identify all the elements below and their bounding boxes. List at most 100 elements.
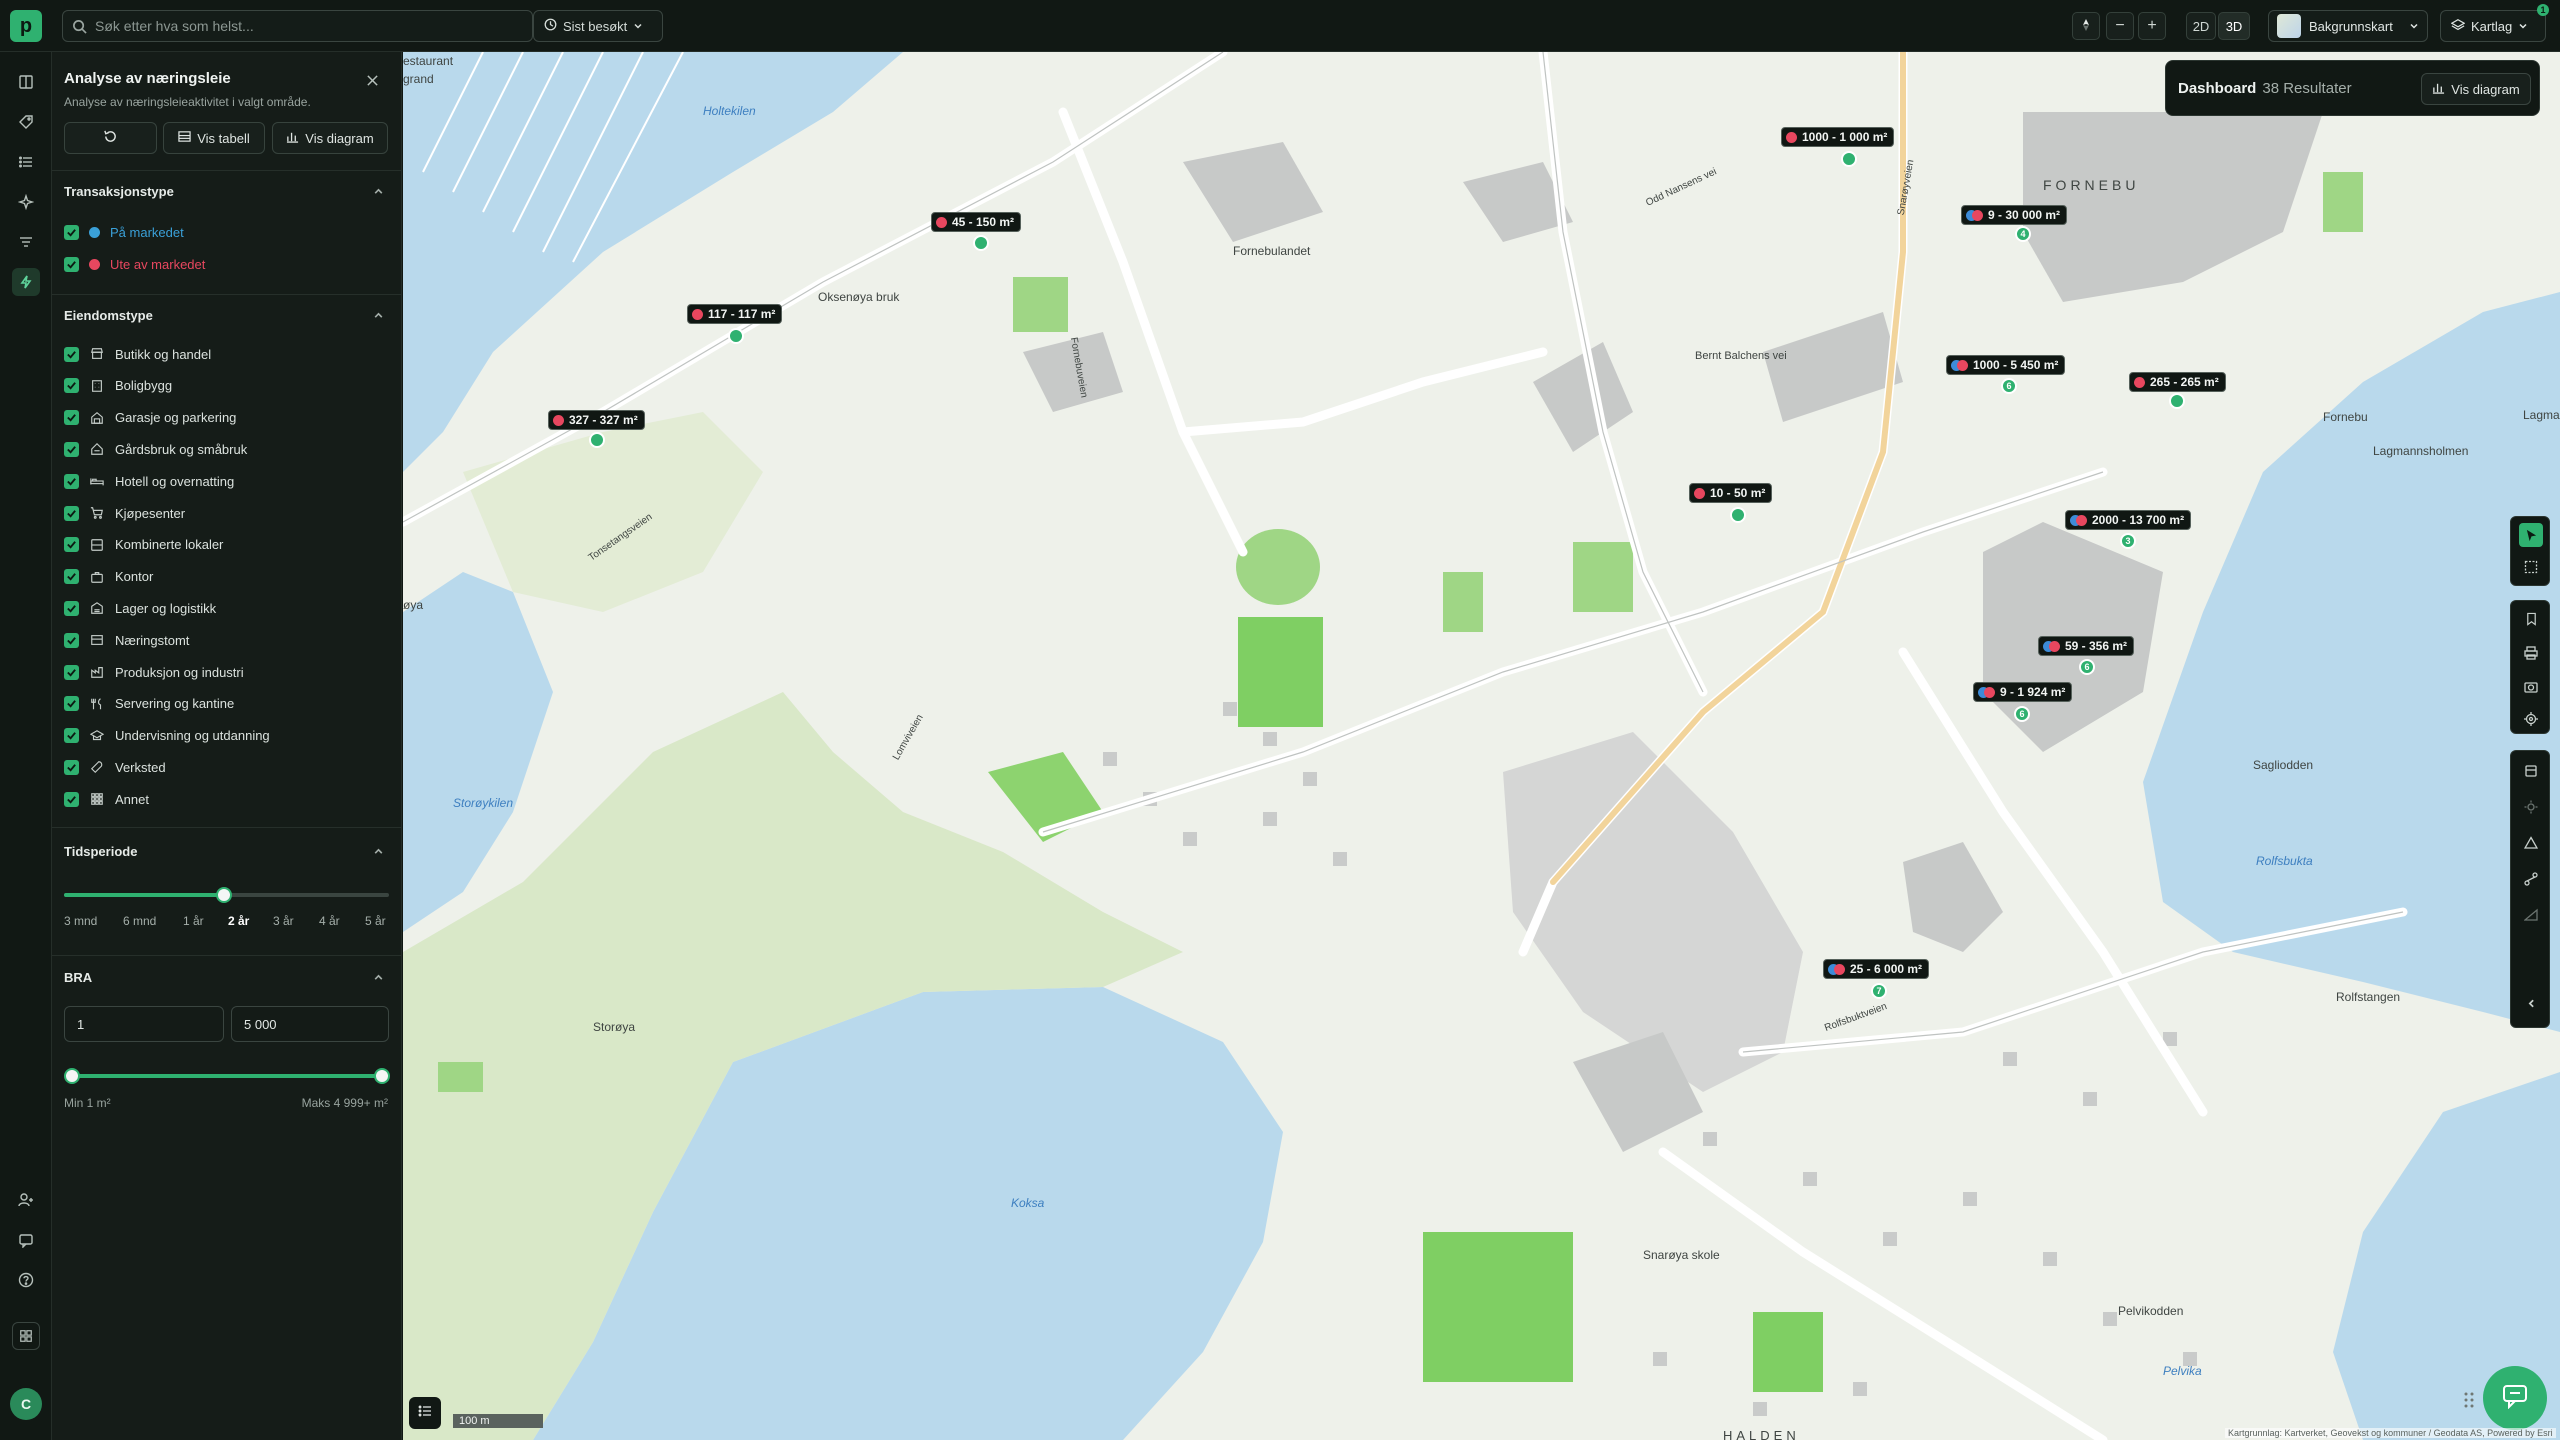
map-marker[interactable] bbox=[1841, 151, 1857, 167]
analysis-icon[interactable] bbox=[12, 268, 40, 296]
user-add-icon[interactable] bbox=[12, 1186, 40, 1214]
property-option[interactable]: Kjøpesenter bbox=[64, 503, 185, 523]
map-pin-label[interactable]: 1000 - 1 000 m² bbox=[1781, 127, 1895, 147]
map-marker[interactable] bbox=[728, 328, 744, 344]
chevron-up-icon[interactable] bbox=[370, 307, 386, 323]
map-pin-label[interactable]: 10 - 50 m² bbox=[1689, 483, 1773, 503]
drag-handle-icon[interactable] bbox=[2463, 1390, 2475, 1415]
transaction-option[interactable]: På markedet bbox=[64, 222, 184, 242]
bra-max-handle[interactable] bbox=[374, 1068, 390, 1084]
checkbox[interactable] bbox=[64, 696, 79, 712]
sparkle-icon[interactable] bbox=[12, 188, 40, 216]
checkbox[interactable] bbox=[64, 664, 79, 680]
close-icon[interactable] bbox=[360, 68, 384, 92]
period-tick[interactable]: 6 mnd bbox=[123, 914, 156, 928]
map-marker[interactable] bbox=[589, 432, 605, 448]
property-option[interactable]: Butikk og handel bbox=[64, 344, 211, 364]
rectangle-select-icon[interactable] bbox=[2519, 555, 2543, 579]
basemap-dropdown[interactable]: Bakgrunnskart bbox=[2268, 10, 2428, 42]
avatar[interactable]: C bbox=[10, 1388, 42, 1420]
measure-icon[interactable] bbox=[2519, 903, 2543, 927]
polygon-icon[interactable] bbox=[2519, 831, 2543, 855]
bra-min-input[interactable]: 1 bbox=[64, 1006, 224, 1042]
sun-icon[interactable] bbox=[2519, 795, 2543, 819]
map-pin-label[interactable]: 9 - 30 000 m² bbox=[1961, 205, 2068, 225]
show-table-button[interactable]: Vis tabell bbox=[163, 122, 265, 154]
chevron-up-icon[interactable] bbox=[370, 969, 386, 985]
help-icon[interactable] bbox=[12, 1266, 40, 1294]
checkbox[interactable] bbox=[64, 791, 79, 807]
list-icon[interactable] bbox=[12, 148, 40, 176]
map-canvas[interactable]: grand estaurant Holtekilen FORNEBU Forne… bbox=[403, 52, 2560, 1440]
legend-button[interactable] bbox=[409, 1397, 441, 1429]
search-box[interactable] bbox=[62, 10, 533, 42]
zoom-in-button[interactable]: + bbox=[2138, 12, 2166, 40]
checkbox[interactable] bbox=[64, 224, 79, 240]
map-pin-label[interactable]: 2000 - 13 700 m² bbox=[2065, 510, 2192, 530]
mode-3d-button[interactable]: 3D bbox=[2218, 12, 2250, 40]
period-tick[interactable]: 3 år bbox=[273, 914, 294, 928]
map-marker[interactable]: 4 bbox=[2015, 226, 2031, 242]
chevron-up-icon[interactable] bbox=[370, 183, 386, 199]
map-pin-label[interactable]: 117 - 117 m² bbox=[687, 304, 783, 324]
property-option[interactable]: Garasje og parkering bbox=[64, 408, 236, 428]
chevron-left-icon[interactable] bbox=[2519, 991, 2543, 1015]
map-pin-label[interactable]: 45 - 150 m² bbox=[931, 212, 1022, 232]
map-marker[interactable]: 7 bbox=[1871, 983, 1887, 999]
zoom-out-button[interactable]: − bbox=[2106, 12, 2134, 40]
map-marker[interactable] bbox=[1730, 507, 1746, 523]
checkbox[interactable] bbox=[64, 569, 79, 585]
camera-icon[interactable] bbox=[2519, 675, 2543, 699]
show-chart-button[interactable]: Vis diagram bbox=[272, 122, 388, 154]
refresh-button[interactable] bbox=[64, 122, 157, 154]
property-option[interactable]: Næringstomt bbox=[64, 630, 189, 650]
bra-min-handle[interactable] bbox=[64, 1068, 80, 1084]
map-marker[interactable] bbox=[973, 235, 989, 251]
route-icon[interactable] bbox=[2519, 867, 2543, 891]
filter-icon[interactable] bbox=[12, 228, 40, 256]
recent-dropdown[interactable]: Sist besøkt bbox=[533, 10, 663, 42]
print-icon[interactable] bbox=[2519, 641, 2543, 665]
property-option[interactable]: Gårdsbruk og småbruk bbox=[64, 439, 247, 459]
pointer-icon[interactable] bbox=[2519, 523, 2543, 547]
layers-tool-icon[interactable] bbox=[2519, 759, 2543, 783]
checkbox[interactable] bbox=[64, 728, 79, 744]
checkbox[interactable] bbox=[64, 473, 79, 489]
layers-dropdown[interactable]: Kartlag bbox=[2440, 10, 2546, 42]
period-tick[interactable]: 4 år bbox=[319, 914, 340, 928]
period-tick[interactable]: 3 mnd bbox=[64, 914, 97, 928]
checkbox[interactable] bbox=[64, 441, 79, 457]
map-marker[interactable]: 6 bbox=[2001, 378, 2017, 394]
app-logo[interactable]: p bbox=[10, 10, 42, 42]
period-tick[interactable]: 1 år bbox=[183, 914, 204, 928]
mode-2d-button[interactable]: 2D bbox=[2186, 12, 2216, 40]
period-tick[interactable]: 2 år bbox=[228, 914, 249, 928]
period-slider-handle[interactable] bbox=[216, 887, 232, 903]
map-pin-label[interactable]: 59 - 356 m² bbox=[2038, 636, 2135, 656]
property-option[interactable]: Hotell og overnatting bbox=[64, 471, 234, 491]
map-pin-label[interactable]: 327 - 327 m² bbox=[548, 410, 645, 430]
checkbox[interactable] bbox=[64, 632, 79, 648]
map-pin-label[interactable]: 9 - 1 924 m² bbox=[1973, 682, 2073, 702]
checkbox[interactable] bbox=[64, 346, 79, 362]
checkbox[interactable] bbox=[64, 600, 79, 616]
checkbox[interactable] bbox=[64, 505, 79, 521]
checkbox[interactable] bbox=[64, 378, 79, 394]
property-option[interactable]: Boligbygg bbox=[64, 376, 172, 396]
checkbox[interactable] bbox=[64, 537, 79, 553]
property-option[interactable]: Servering og kantine bbox=[64, 694, 234, 714]
dashboard-chart-button[interactable]: Vis diagram bbox=[2421, 73, 2531, 105]
checkbox[interactable] bbox=[64, 759, 79, 775]
property-option[interactable]: Produksjon og industri bbox=[64, 662, 244, 682]
map-marker[interactable] bbox=[2169, 393, 2185, 409]
book-icon[interactable] bbox=[12, 68, 40, 96]
property-option[interactable]: Undervisning og utdanning bbox=[64, 726, 270, 746]
map-pin-label[interactable]: 265 - 265 m² bbox=[2129, 372, 2226, 392]
chevron-up-icon[interactable] bbox=[370, 843, 386, 859]
map-marker[interactable]: 3 bbox=[2120, 533, 2136, 549]
chat-button[interactable] bbox=[2483, 1366, 2547, 1430]
bra-slider-fill[interactable] bbox=[72, 1074, 382, 1078]
transaction-option[interactable]: Ute av markedet bbox=[64, 254, 205, 274]
map-marker[interactable]: 6 bbox=[2014, 706, 2030, 722]
property-option[interactable]: Lager og logistikk bbox=[64, 598, 216, 618]
